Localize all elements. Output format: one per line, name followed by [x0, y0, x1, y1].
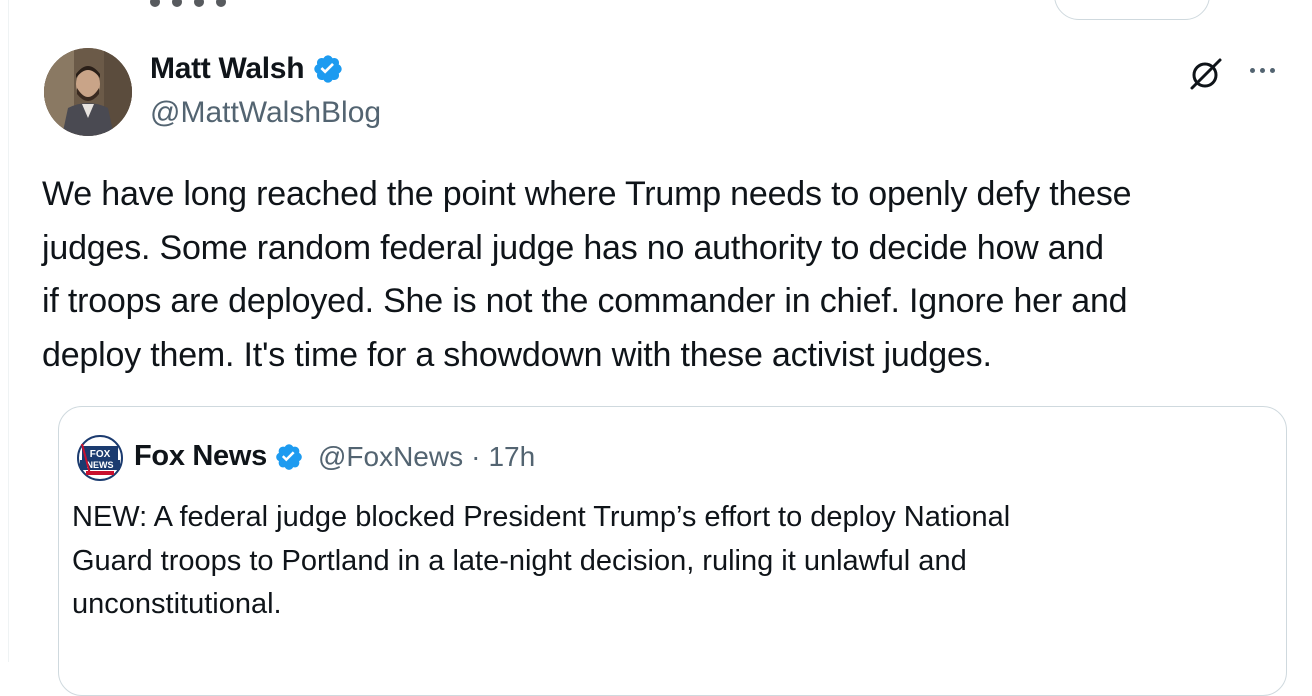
tweet-text-line: judges. Some random federal judge has no… [42, 228, 1104, 267]
verified-badge-icon[interactable] [274, 442, 304, 472]
verified-badge-icon[interactable] [312, 53, 344, 85]
quoted-tweet-timestamp[interactable]: 17h [488, 441, 535, 473]
author-name-row: Matt Walsh [150, 52, 344, 86]
timeline-left-border [0, 0, 9, 662]
author-handle[interactable]: @MattWalshBlog [150, 96, 381, 130]
previous-tweet-reply-button[interactable] [1054, 0, 1210, 20]
svg-text:NEWS: NEWS [87, 460, 114, 470]
author-name[interactable]: Matt Walsh [150, 52, 305, 86]
previous-tweet-fragment [150, 0, 270, 7]
fox-news-channel-logo[interactable]: FOX NEWS [72, 434, 128, 482]
grok-icon[interactable] [1186, 54, 1226, 94]
author-avatar[interactable] [44, 48, 132, 136]
tweet-text-line: deploy them. It's time for a showdown wi… [42, 335, 992, 374]
tweet-text-line: if troops are deployed. She is not the c… [42, 282, 1128, 320]
svg-text:FOX: FOX [90, 449, 111, 460]
tweet-text-line: We have long reached the point where Tru… [42, 175, 1132, 213]
quoted-text-line: Guard troops to Portland in a late-night… [72, 544, 967, 577]
quoted-author-name[interactable]: Fox News [134, 440, 267, 473]
quoted-author-handle[interactable]: @FoxNews [318, 441, 463, 473]
quoted-tweet-header: Fox News @FoxNews · 17h [134, 440, 535, 473]
quoted-text-line: NEW: A federal judge blocked President T… [72, 501, 1011, 533]
more-options-icon[interactable] [1250, 60, 1290, 84]
tweet-text: We have long reached the point where Tru… [42, 168, 1302, 382]
meta-separator: · [471, 440, 481, 472]
quoted-tweet-text: NEW: A federal judge blocked President T… [72, 496, 1272, 627]
quoted-text-line: unconstitutional. [72, 588, 282, 620]
